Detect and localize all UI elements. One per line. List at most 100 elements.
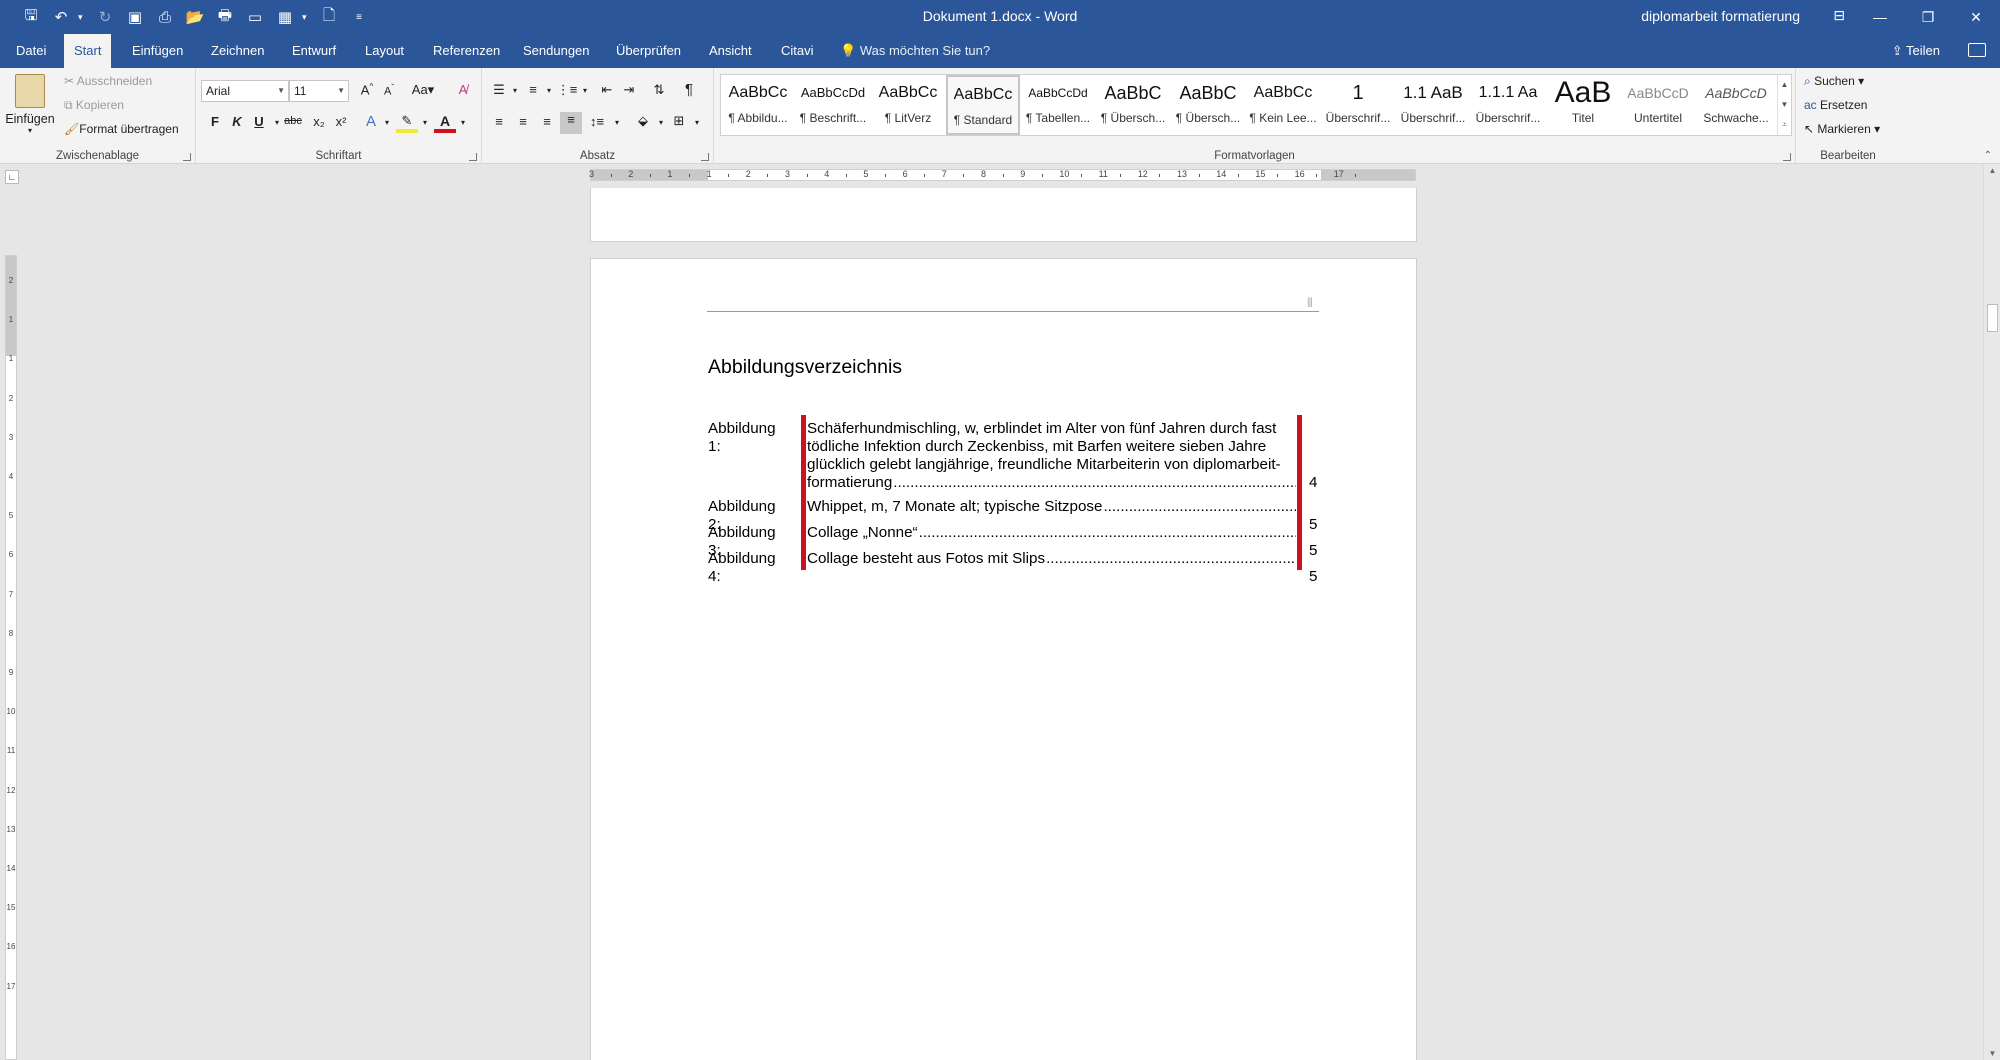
strikethrough-button[interactable]: abc: [282, 115, 304, 127]
font-name-box[interactable]: Arial ▼: [201, 80, 289, 102]
tab-einfuegen[interactable]: Einfügen: [122, 34, 193, 68]
tab-layout[interactable]: Layout: [355, 34, 414, 68]
style-abbildungsverzeichnis[interactable]: AaBbCc ¶ Abbildu...: [721, 75, 795, 135]
ruler-number: 17: [6, 981, 16, 991]
restore-icon[interactable]: ❐: [1904, 0, 1952, 34]
vertical-ruler[interactable]: 2 1 1 2 3 4 5 6 7 8 9 10 11 12 13 14 15 16 17: [5, 255, 17, 1060]
style-ueberschrift-1[interactable]: 1 Überschrif...: [1321, 75, 1395, 135]
superscript-button[interactable]: x²: [330, 114, 352, 129]
line-spacing-icon[interactable]: ↕≡: [586, 114, 608, 129]
borders-dropdown-icon[interactable]: ▾: [686, 118, 708, 127]
tab-referenzen[interactable]: Referenzen: [423, 34, 510, 68]
tab-citavi[interactable]: Citavi: [771, 34, 824, 68]
share-button[interactable]: ⇪ Teilen: [1892, 34, 1940, 68]
caption-line: tödliche Infektion durch Zeckenbiss, mit…: [807, 438, 1267, 455]
style-titel[interactable]: AaB Titel: [1546, 75, 1620, 135]
tab-datei[interactable]: Datei: [6, 34, 56, 68]
highlight-dropdown-icon[interactable]: ▾: [414, 118, 436, 127]
list-item[interactable]: Abbildung 4: Collage besteht aus Fotos m…: [0, 550, 1317, 585]
clear-formatting-icon[interactable]: A̸: [452, 82, 474, 97]
ruler-number: 15: [6, 903, 16, 913]
style-kein-leerraum[interactable]: AaBbCc ¶ Kein Lee...: [1246, 75, 1320, 135]
subscript-button[interactable]: x₂: [308, 114, 330, 129]
font-launcher-icon[interactable]: [469, 153, 477, 161]
replace-button[interactable]: ac Ersetzen: [1804, 98, 1867, 112]
style-tabellen[interactable]: AaBbCcDd ¶ Tabellen...: [1021, 75, 1095, 135]
paste-button[interactable]: Einfügen ▾: [4, 72, 56, 142]
editing-group: ⌕ Suchen ▾ ac Ersetzen ↖ Markieren ▾ Bea…: [1796, 68, 1900, 164]
paragraph-launcher-icon[interactable]: [701, 153, 709, 161]
bold-button[interactable]: F: [204, 114, 226, 129]
scroll-down-icon[interactable]: ▼: [1984, 1049, 2000, 1058]
align-right-icon[interactable]: ≡: [536, 114, 558, 129]
style-schwache-hervorhebung[interactable]: AaBbCcD Schwache...: [1696, 75, 1776, 135]
minimize-icon[interactable]: —: [1856, 0, 1904, 34]
list-item[interactable]: Abbildung 2: Whippet, m, 7 Monate alt; t…: [0, 498, 1317, 533]
ruler-tick: [1159, 174, 1161, 177]
align-left-icon[interactable]: ≡: [488, 114, 510, 129]
font-color-dropdown-icon[interactable]: ▾: [452, 118, 474, 127]
font-size-box[interactable]: 11 ▼: [289, 80, 349, 102]
change-bar-right: [1297, 415, 1302, 570]
increase-indent-icon[interactable]: ⇥: [618, 82, 640, 98]
horizontal-ruler[interactable]: 3 2 1 1 2 3 4 5 6 7 8 9 10 11 12 13 14 15 16 17: [589, 169, 1416, 181]
italic-button[interactable]: K: [226, 114, 248, 129]
styles-launcher-icon[interactable]: [1783, 153, 1791, 161]
select-button[interactable]: ↖ Markieren ▾: [1804, 122, 1880, 136]
style-ueberschrift-2[interactable]: 1.1 AaB Überschrif...: [1396, 75, 1470, 135]
collapse-ribbon-icon[interactable]: ⌃: [1984, 150, 1992, 161]
style-ueberschrift-b[interactable]: AaBbC ¶ Übersch...: [1171, 75, 1245, 135]
align-center-icon[interactable]: ≡: [512, 114, 534, 129]
account-name[interactable]: diplomarbeit formatierung: [1641, 8, 1800, 24]
clipboard-launcher-icon[interactable]: [183, 153, 191, 161]
table-move-handle-icon[interactable]: |||: [1307, 297, 1313, 308]
style-untertitel[interactable]: AaBbCcD Untertitel: [1621, 75, 1695, 135]
ruler-tick: [728, 174, 730, 177]
grow-font-icon[interactable]: A^: [356, 82, 378, 97]
find-button[interactable]: ⌕ Suchen ▾: [1804, 74, 1864, 89]
shrink-font-icon[interactable]: Aˇ: [378, 83, 400, 98]
ribbon-display-options-icon[interactable]: ⊟: [1833, 7, 1845, 24]
ruler-number: 7: [941, 169, 947, 179]
ruler-tick: [767, 174, 769, 177]
tell-me-search[interactable]: 💡 Was möchten Sie tun?: [840, 34, 990, 68]
line-spacing-dropdown-icon[interactable]: ▾: [606, 118, 628, 127]
page-heading[interactable]: Abbildungsverzeichnis: [708, 356, 902, 379]
style-beschriftung[interactable]: AaBbCcDd ¶ Beschrift...: [796, 75, 870, 135]
style-ueberschrift-a[interactable]: AaBbC ¶ Übersch...: [1096, 75, 1170, 135]
list-item[interactable]: Abbildung 3: Collage „Nonne“ ...........…: [0, 524, 1317, 559]
comments-icon[interactable]: [1968, 43, 1986, 57]
decrease-indent-icon[interactable]: ⇤: [596, 82, 618, 98]
tab-ueberpruefen[interactable]: Überprüfen: [606, 34, 691, 68]
format-painter-button[interactable]: 🖌Format übertragen: [64, 122, 179, 136]
cut-button[interactable]: ✂ Ausschneiden: [64, 74, 152, 88]
tab-selector[interactable]: ∟: [5, 170, 19, 184]
vertical-scrollbar[interactable]: ▲ ▼: [1983, 164, 2000, 1060]
tab-ansicht[interactable]: Ansicht: [699, 34, 762, 68]
tab-entwurf[interactable]: Entwurf: [282, 34, 346, 68]
style-ueberschrift-3[interactable]: 1.1.1 Aa Überschrif...: [1471, 75, 1545, 135]
gallery-more-icon[interactable]: ⩡: [1778, 115, 1791, 135]
tab-zeichnen[interactable]: Zeichnen: [201, 34, 274, 68]
tab-sendungen[interactable]: Sendungen: [513, 34, 600, 68]
paintbrush-icon: 🖌: [64, 122, 80, 136]
style-standard[interactable]: AaBbCc ¶ Standard: [946, 75, 1020, 135]
style-litverz[interactable]: AaBbCc ¶ LitVerz: [871, 75, 945, 135]
change-case-icon[interactable]: Aa▾: [408, 82, 438, 98]
tab-start[interactable]: Start: [64, 34, 112, 68]
scroll-up-icon[interactable]: ▲: [1984, 166, 2000, 175]
sort-icon[interactable]: ⇅: [648, 82, 670, 98]
style-name: ¶ LitVerz: [884, 111, 932, 125]
ruler-number: 2: [8, 276, 14, 285]
text-effects-dropdown-icon[interactable]: ▾: [376, 118, 398, 127]
gallery-up-icon[interactable]: ▲: [1778, 75, 1791, 95]
scroll-thumb[interactable]: [1987, 304, 1998, 332]
show-formatting-marks-icon[interactable]: ¶: [678, 81, 700, 98]
justify-icon[interactable]: ≡: [560, 112, 582, 134]
multilevel-dropdown-icon[interactable]: ▾: [574, 86, 596, 95]
style-name: ¶ Übersch...: [1100, 111, 1166, 125]
close-icon[interactable]: ✕: [1952, 0, 2000, 34]
style-preview: AaBbCcDd: [800, 85, 866, 100]
gallery-down-icon[interactable]: ▼: [1778, 95, 1791, 115]
copy-button[interactable]: ⧉ Kopieren: [64, 98, 124, 113]
